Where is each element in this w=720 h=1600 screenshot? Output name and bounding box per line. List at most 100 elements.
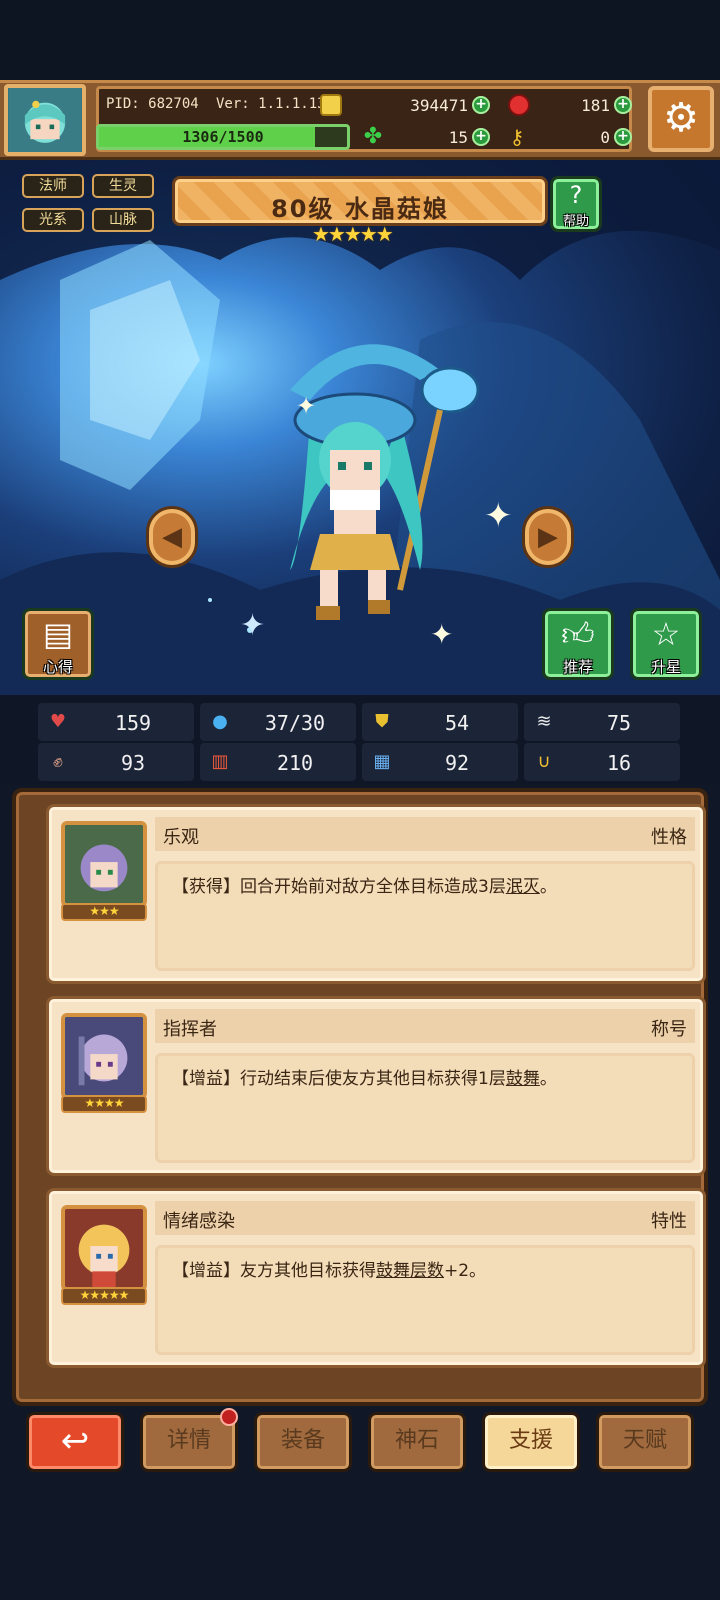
- class-tag-mage: 法师: [22, 174, 84, 198]
- sparkle-icon: ✦: [240, 608, 266, 643]
- recommend-label: 推荐: [562, 658, 593, 676]
- shield-icon: ⛊: [375, 711, 389, 732]
- support-portrait: [61, 1013, 147, 1099]
- player-id: PID: 682704: [106, 96, 199, 112]
- crystal-mushroom-girl-sprite: [290, 344, 480, 620]
- stat-resist: ▦ 92: [362, 743, 518, 781]
- support-header: 指挥者 称号: [155, 1009, 695, 1043]
- question-icon: ?: [569, 181, 583, 209]
- stat-magic-value: 210: [276, 751, 314, 775]
- sparkle-icon: ✦: [430, 618, 454, 651]
- player-avatar[interactable]: [4, 84, 86, 156]
- keyword-link[interactable]: 鼓舞层数: [376, 1261, 444, 1281]
- element-tag-light: 光系: [22, 208, 84, 232]
- support-card[interactable]: ★★★★ 指挥者 称号 【增益】行动结束后使友方其他目标获得1层鼓舞。: [46, 996, 706, 1176]
- stat-crit: ∪ 16: [524, 743, 680, 781]
- support-type: 性格: [651, 827, 687, 848]
- character-name: 80级 水晶菇娘: [271, 195, 449, 223]
- support-type: 特性: [651, 1211, 687, 1232]
- support-card[interactable]: ★★★★★ 情绪感染 特性 【增益】友方其他目标获得鼓舞层数+2。: [46, 1188, 706, 1368]
- upgrade-star-label: 升星: [650, 658, 681, 676]
- character-title-banner: 80级 水晶菇娘: [172, 176, 548, 226]
- keyword-link[interactable]: 泯灭: [506, 877, 540, 897]
- support-header: 情绪感染 特性: [155, 1201, 695, 1235]
- add-clover-button[interactable]: +: [472, 128, 490, 146]
- stat-mana-value: 37/30: [264, 711, 326, 735]
- stat-resist-value: 92: [444, 751, 470, 775]
- recommend-button[interactable]: 👍︎ 推荐: [542, 608, 614, 680]
- clover-amount: 15: [448, 128, 468, 147]
- stat-speed-value: 75: [606, 711, 632, 735]
- terrain-tag-mountain: 山脉: [92, 208, 154, 232]
- support-description-box: 【增益】行动结束后使友方其他目标获得1层鼓舞。: [155, 1053, 695, 1163]
- energy-text: 1306/1500: [182, 128, 264, 146]
- tab-talent[interactable]: 天赋: [596, 1412, 694, 1472]
- support-name: 乐观: [163, 827, 199, 848]
- support-card[interactable]: ★★★ 乐观 性格 【获得】回合开始前对敌方全体目标造成3层泯灭。: [46, 804, 706, 984]
- scroll-shield-icon: ▦: [373, 751, 391, 772]
- wing-icon: ≋: [536, 711, 552, 732]
- gold-coin-icon: [320, 94, 342, 116]
- insight-button[interactable]: ▤ 心得: [22, 608, 94, 680]
- status-bar: [0, 0, 720, 80]
- return-arrow-icon: ↩: [60, 1421, 90, 1461]
- gold-amount: 394471: [410, 96, 468, 115]
- support-portrait: [61, 821, 147, 907]
- keyword-link[interactable]: 鼓舞: [506, 1069, 540, 1089]
- key-icon: ⚷: [509, 125, 525, 149]
- thumbs-up-icon: 👍︎: [561, 615, 595, 653]
- add-key-button[interactable]: +: [614, 128, 632, 146]
- add-gold-button[interactable]: +: [472, 96, 490, 114]
- support-description: 【增益】友方其他目标获得鼓舞层数+2。: [172, 1261, 487, 1281]
- settings-gear-icon[interactable]: ⚙: [648, 86, 714, 152]
- race-tag-creature: 生灵: [92, 174, 154, 198]
- star-icon: ☆: [651, 615, 681, 653]
- stats-panel: ♥ 159 ● 37/30 ⛊ 54 ≋ 75 ✊︎ 93 ▥ 210 ▦ 92…: [0, 695, 720, 785]
- tab-support[interactable]: 支援: [482, 1412, 580, 1472]
- fist-icon: ✊︎: [53, 751, 63, 772]
- tab-equipment[interactable]: 装备: [254, 1412, 352, 1472]
- upgrade-star-button[interactable]: ☆ 升星: [630, 608, 702, 680]
- energy-bar: 1306/1500: [96, 124, 350, 150]
- support-stars: ★★★★★: [61, 1287, 147, 1305]
- support-description-box: 【获得】回合开始前对敌方全体目标造成3层泯灭。: [155, 861, 695, 971]
- notification-dot: [220, 1408, 238, 1426]
- support-description-box: 【增益】友方其他目标获得鼓舞层数+2。: [155, 1245, 695, 1355]
- support-description: 【增益】行动结束后使友方其他目标获得1层鼓舞。: [172, 1069, 557, 1089]
- support-description: 【获得】回合开始前对敌方全体目标造成3层泯灭。: [172, 877, 557, 897]
- help-button[interactable]: ? 帮助: [550, 176, 602, 232]
- sparkle-icon: ✦: [484, 496, 513, 536]
- game-version: Ver: 1.1.1.13: [216, 96, 326, 112]
- back-button[interactable]: ↩: [26, 1412, 124, 1472]
- support-type: 称号: [651, 1019, 687, 1040]
- tab-godstone[interactable]: 神石: [368, 1412, 466, 1472]
- support-name: 指挥者: [163, 1019, 217, 1040]
- horseshoe-icon: ∪: [537, 751, 551, 772]
- stat-defense: ⛊ 54: [362, 703, 518, 741]
- support-stars: ★★★★: [61, 1095, 147, 1113]
- stat-magic: ▥ 210: [200, 743, 356, 781]
- help-label: 帮助: [562, 214, 589, 229]
- stat-speed: ≋ 75: [524, 703, 680, 741]
- previous-character-button[interactable]: ◀: [146, 506, 198, 568]
- stat-mana: ● 37/30: [200, 703, 356, 741]
- support-portrait: [61, 1205, 147, 1291]
- next-character-button[interactable]: ▶: [522, 506, 574, 568]
- stat-hp: ♥ 159: [38, 703, 194, 741]
- support-header: 乐观 性格: [155, 817, 695, 851]
- scroll-icon: ▤: [42, 615, 74, 653]
- stat-attack-value: 93: [120, 751, 146, 775]
- stat-attack: ✊︎ 93: [38, 743, 194, 781]
- red-gem-icon: [508, 94, 530, 116]
- support-panel: ★★★ 乐观 性格 【获得】回合开始前对敌方全体目标造成3层泯灭。 ★★★★ 指…: [12, 788, 708, 1406]
- key-amount: 0: [600, 128, 610, 147]
- stat-crit-value: 16: [606, 751, 632, 775]
- add-gem-button[interactable]: +: [614, 96, 632, 114]
- sparkle-icon: ✦: [296, 392, 317, 420]
- stat-hp-value: 159: [114, 711, 152, 735]
- clover-icon: ✤: [363, 124, 383, 149]
- support-name: 情绪感染: [163, 1211, 235, 1232]
- stat-defense-value: 54: [444, 711, 470, 735]
- spellbook-icon: ▥: [211, 751, 229, 772]
- character-star-rating: ★★★★★: [312, 222, 394, 246]
